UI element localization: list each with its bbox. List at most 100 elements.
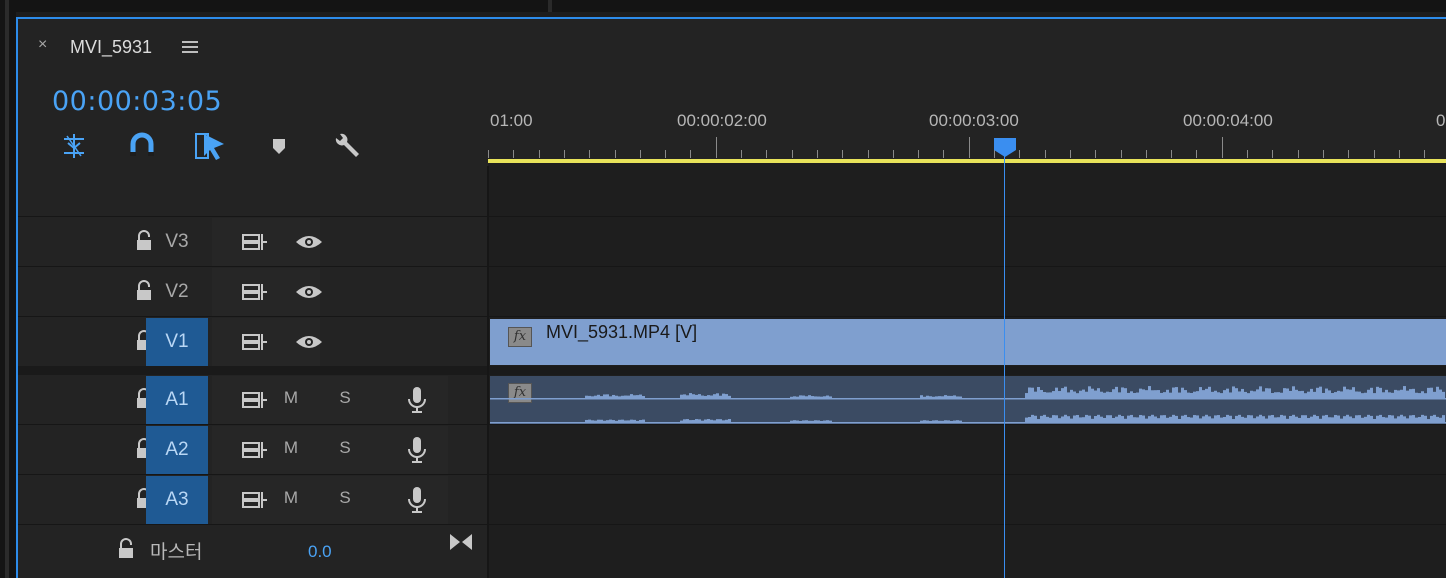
waveform-bar (1133, 392, 1136, 398)
playhead-handle[interactable] (993, 137, 1017, 157)
waveform-bar (935, 420, 938, 422)
waveform-bar (707, 395, 710, 398)
waveform-bar (820, 396, 823, 398)
add-marker-icon[interactable] (263, 130, 295, 162)
waveform-bar (722, 393, 725, 398)
track-target-v1[interactable]: V1 (146, 318, 208, 366)
waveform-bar (1136, 392, 1139, 398)
waveform-bar (612, 420, 615, 422)
master-lock-icon[interactable] (116, 538, 136, 560)
waveform-bar (1301, 390, 1304, 398)
waveform-bar (624, 420, 627, 422)
waveform-bar (1394, 418, 1397, 422)
solo-button[interactable]: S (335, 438, 355, 458)
work-area-bar[interactable] (488, 159, 1446, 163)
waveform-bar (1031, 387, 1034, 398)
ruler-tick (1095, 150, 1096, 158)
audio-clip[interactable]: fx (490, 376, 1446, 424)
waveform-bar (1037, 419, 1040, 422)
linked-selection-icon[interactable] (194, 130, 226, 162)
sync-lock-icon[interactable] (242, 333, 268, 351)
timeline-settings-wrench-icon[interactable] (330, 130, 362, 162)
waveform-bar (597, 394, 600, 398)
panel-menu-icon[interactable] (182, 38, 198, 54)
mute-button[interactable]: M (281, 488, 301, 508)
waveform-bar (615, 420, 618, 422)
waveform-bar (1112, 418, 1115, 422)
ruler-tick (1399, 150, 1400, 158)
waveform-bar (1268, 415, 1271, 422)
sync-lock-icon[interactable] (242, 233, 268, 251)
sequence-tab-title[interactable]: MVI_5931 (70, 37, 152, 58)
track-header-a2: A2 M S (18, 426, 488, 474)
waveform-bar (1097, 414, 1100, 422)
track-target-a1[interactable]: A1 (146, 376, 208, 424)
track-target-v3[interactable]: V3 (146, 218, 208, 266)
track-target-a3[interactable]: A3 (146, 476, 208, 524)
collapse-expand-icon[interactable] (448, 532, 474, 552)
waveform-bar (1202, 390, 1205, 398)
waveform-bar (1031, 414, 1034, 422)
audio-waveform (490, 386, 1446, 424)
waveform-bar (950, 421, 953, 422)
ruler-tick (1146, 150, 1147, 158)
waveform-bar (923, 396, 926, 398)
waveform-bar (947, 420, 950, 422)
waveform-bar (1259, 414, 1262, 422)
waveform-bar (639, 420, 642, 422)
waveform-bar (609, 419, 612, 422)
waveform-bar (1352, 387, 1355, 398)
waveform-bar (1112, 389, 1115, 398)
sync-lock-icon[interactable] (242, 441, 268, 459)
waveform-bar (950, 395, 953, 398)
sync-lock-icon[interactable] (242, 391, 268, 409)
waveform-bar (1085, 391, 1088, 398)
solo-button[interactable]: S (335, 388, 355, 408)
waveform-bar (1415, 417, 1418, 422)
waveform-bar (615, 395, 618, 398)
waveform-bar (793, 420, 796, 422)
sync-lock-icon[interactable] (242, 491, 268, 509)
waveform-bar (1058, 418, 1061, 422)
waveform-bar (1100, 391, 1103, 398)
waveform-bar (1328, 390, 1331, 398)
master-volume-value[interactable]: 0.0 (308, 542, 332, 562)
track-output-eye-icon[interactable] (294, 332, 324, 352)
voice-over-mic-icon[interactable] (406, 386, 428, 414)
voice-over-mic-icon[interactable] (406, 486, 428, 514)
waveform-bar (606, 394, 609, 398)
waveform-bar (1169, 392, 1172, 398)
track-output-eye-icon[interactable] (294, 282, 324, 302)
waveform-bar (1304, 393, 1307, 398)
waveform-bar (1106, 391, 1109, 398)
waveform-bar (1259, 386, 1262, 398)
waveform-bar (1409, 415, 1412, 422)
track-output-eye-icon[interactable] (294, 232, 324, 252)
waveform-bar (802, 395, 805, 398)
waveform-bar (1088, 415, 1091, 422)
waveform-bar (1280, 414, 1283, 422)
ruler-label: 00:00:04:00 (1183, 111, 1273, 130)
waveform-bar (1121, 416, 1124, 422)
close-tab-button[interactable]: × (38, 36, 47, 54)
waveform-bar (719, 395, 722, 398)
waveform-bar (1208, 386, 1211, 398)
solo-button[interactable]: S (335, 488, 355, 508)
waveform-bar (923, 420, 926, 422)
insert-overwrite-icon[interactable] (58, 130, 90, 162)
snap-magnet-icon[interactable] (126, 130, 158, 162)
ruler-tick (640, 150, 641, 158)
track-target-v2[interactable]: V2 (146, 268, 208, 316)
playhead-timecode[interactable]: 00:00:03:05 (52, 86, 222, 117)
video-clip[interactable]: fx MVI_5931.MP4 [V] (490, 319, 1446, 365)
mute-button[interactable]: M (281, 388, 301, 408)
waveform-bar (1064, 386, 1067, 398)
voice-over-mic-icon[interactable] (406, 436, 428, 464)
waveform-bar (1076, 393, 1079, 398)
mute-button[interactable]: M (281, 438, 301, 458)
sync-lock-icon[interactable] (242, 283, 268, 301)
waveform-bar (1247, 415, 1250, 422)
waveform-bar (1427, 419, 1430, 422)
ruler-tick (1247, 150, 1248, 158)
track-target-a2[interactable]: A2 (146, 426, 208, 474)
